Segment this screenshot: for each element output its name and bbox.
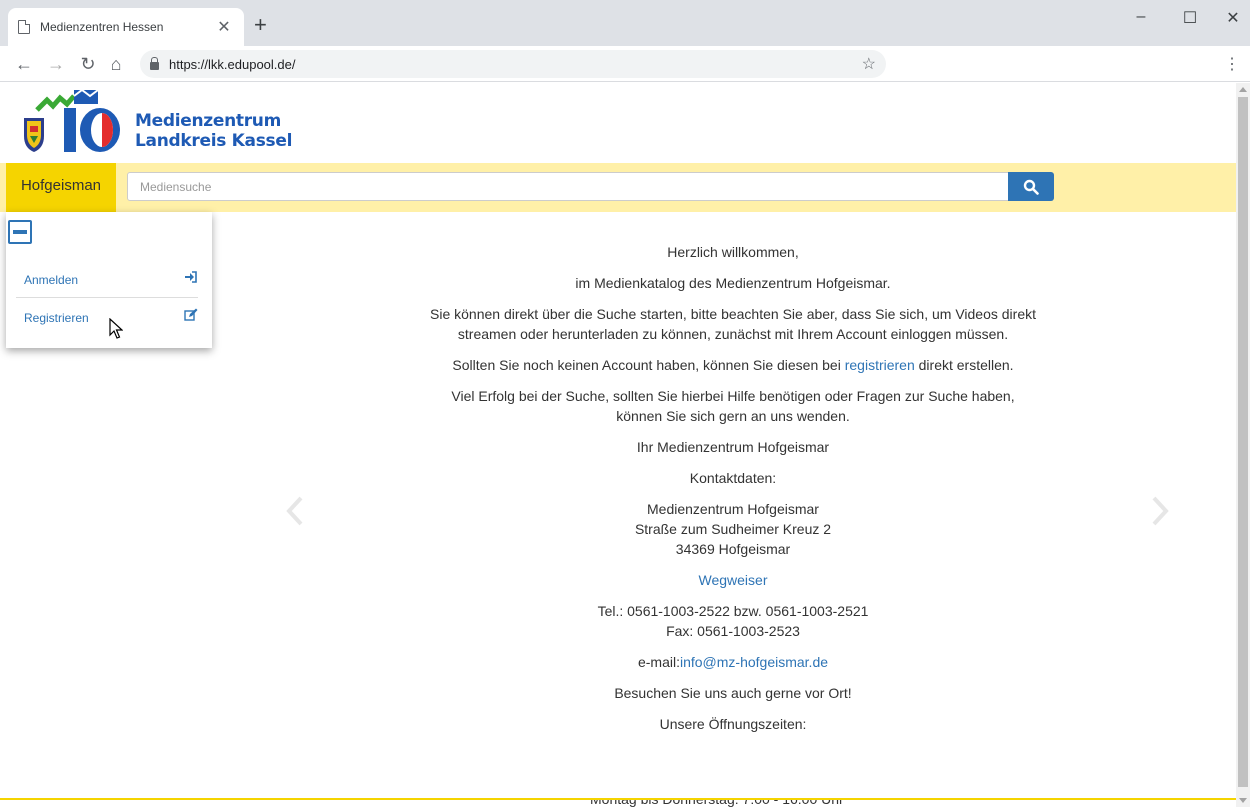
carousel-prev-icon[interactable] xyxy=(285,496,305,526)
login-link[interactable]: Anmelden xyxy=(22,270,198,290)
hours-heading: Unsere Öffnungszeiten: xyxy=(659,716,807,732)
contact-heading: Kontaktdaten: xyxy=(689,470,777,486)
account-suffix: direkt erstellen. xyxy=(918,357,1014,373)
brand-line-1: Medienzentrum xyxy=(135,111,282,131)
scroll-down-icon[interactable] xyxy=(1239,798,1247,803)
bookmark-star-icon[interactable]: ☆ xyxy=(862,54,876,74)
scroll-up-icon[interactable] xyxy=(1239,87,1247,92)
page-scrollbar[interactable] xyxy=(1236,83,1250,807)
search-icon xyxy=(1023,179,1039,195)
forward-icon[interactable]: → xyxy=(44,52,68,76)
email-link[interactable]: info@mz-hofgeismar.de xyxy=(680,654,828,670)
minimize-icon[interactable]: – xyxy=(1126,8,1156,26)
brand-name[interactable]: Medienzentrum Landkreis Kassel xyxy=(135,111,292,151)
browser-menu-icon[interactable]: ⋮ xyxy=(1224,54,1240,74)
directions-paragraph: Wegweiser xyxy=(400,570,1066,590)
account-paragraph: Sollten Sie noch keinen Account haben, k… xyxy=(400,355,1066,375)
back-icon[interactable]: ← xyxy=(12,52,36,76)
register-label: Registrieren xyxy=(24,311,89,325)
tab-title: Medienzentren Hessen xyxy=(40,20,164,34)
home-icon[interactable]: ⌂ xyxy=(104,52,128,76)
address-street: Straße zum Sudheimer Kreuz 2 xyxy=(634,521,832,537)
scrollbar-thumb[interactable] xyxy=(1238,97,1248,787)
email-paragraph: e-mail:info@mz-hofgeismar.de xyxy=(400,652,1066,672)
browser-tab[interactable]: Medienzentren Hessen ✕ xyxy=(8,8,244,46)
address-bar[interactable]: https://lkk.edupool.de/ ☆ xyxy=(140,50,886,78)
register-inline-link[interactable]: registrieren xyxy=(845,357,915,373)
url-text[interactable]: https://lkk.edupool.de/ xyxy=(169,57,862,72)
phone-fax: Tel.: 0561-1003-2522 bzw. 0561-1003-2521… xyxy=(400,601,1066,641)
close-window-icon[interactable]: ✕ xyxy=(1218,8,1248,28)
location-menu-button[interactable]: Hofgeisman xyxy=(6,163,116,212)
footer-divider xyxy=(0,798,1236,800)
signature: Ihr Medienzentrum Hofgeismar xyxy=(636,439,830,455)
address: Medienzentrum Hofgeismar Straße zum Sudh… xyxy=(400,499,1066,559)
welcome-text: Herzlich willkommen, im Medienkatalog de… xyxy=(400,242,1066,745)
logo-emblem-icon xyxy=(24,88,120,152)
page-icon xyxy=(18,20,30,34)
sign-in-icon xyxy=(185,271,197,283)
search-button[interactable] xyxy=(1008,172,1054,201)
new-tab-icon[interactable]: + xyxy=(254,14,267,36)
login-label: Anmelden xyxy=(24,273,79,287)
menu-divider xyxy=(16,297,198,298)
greeting: Herzlich willkommen, xyxy=(667,244,799,260)
reload-icon[interactable]: ↻ xyxy=(76,52,100,76)
account-prefix: Sollten Sie noch keinen Account haben, k… xyxy=(452,357,841,373)
close-tab-icon[interactable]: ✕ xyxy=(214,17,234,37)
intro-paragraph: Sie können direkt über die Suche starten… xyxy=(430,306,1036,342)
fax: Fax: 0561-1003-2523 xyxy=(666,623,800,639)
help-paragraph: Viel Erfolg bei der Suche, sollten Sie h… xyxy=(451,388,1015,424)
maximize-icon[interactable]: ☐ xyxy=(1175,8,1205,28)
collapse-menu-button[interactable] xyxy=(8,220,32,244)
lock-icon xyxy=(150,57,159,70)
address-city: 34369 Hofgeismar xyxy=(675,541,791,557)
search-band: Hofgeisman xyxy=(0,163,1236,212)
browser-tab-strip: Medienzentren Hessen ✕ + – ☐ ✕ xyxy=(0,0,1250,46)
email-prefix: e-mail: xyxy=(637,654,680,670)
search-input[interactable] xyxy=(127,172,1009,201)
catalog-line: im Medienkatalog des Medienzentrum Hofge… xyxy=(575,275,891,291)
browser-toolbar: ← → ↻ ⌂ https://lkk.edupool.de/ ☆ ⋮ xyxy=(0,46,1250,82)
visit-line: Besuchen Sie uns auch gerne vor Ort! xyxy=(614,685,852,701)
address-name: Medienzentrum Hofgeismar xyxy=(647,501,819,517)
brand-line-2: Landkreis Kassel xyxy=(135,131,293,151)
phone: Tel.: 0561-1003-2522 bzw. 0561-1003-2521 xyxy=(597,603,869,619)
edit-icon xyxy=(184,308,198,321)
directions-link[interactable]: Wegweiser xyxy=(699,572,768,588)
mouse-cursor-icon xyxy=(109,318,123,339)
carousel-next-icon[interactable] xyxy=(1150,496,1170,526)
